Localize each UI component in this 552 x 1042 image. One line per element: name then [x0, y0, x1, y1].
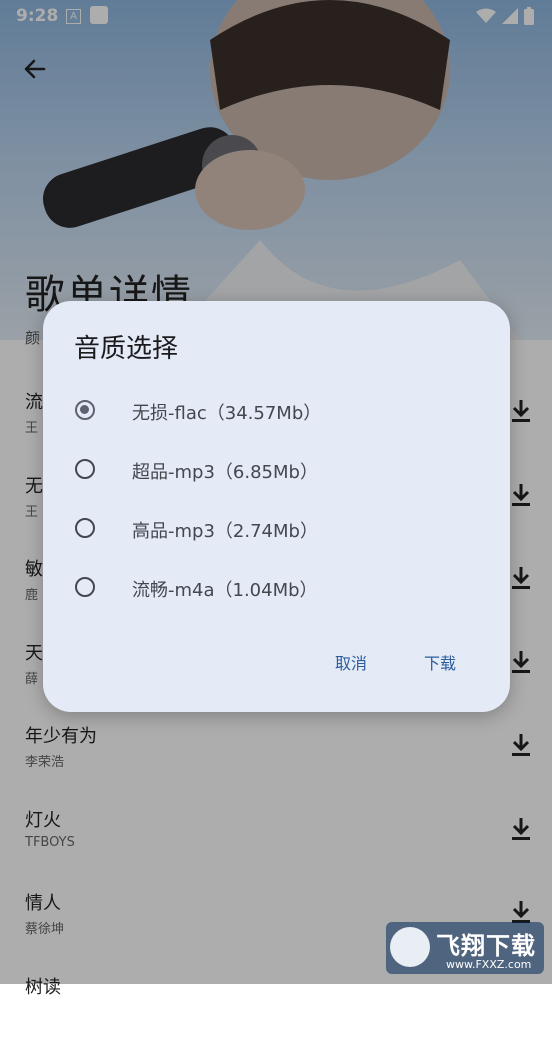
radio-unselected-icon[interactable]	[75, 459, 95, 479]
quality-option-label: 流畅-m4a（1.04Mb）	[132, 576, 318, 602]
quality-option-mp3-high[interactable]: 高品-mp3（2.74Mb）	[63, 505, 483, 555]
site-watermark: 飞翔下载 www.FXXZ.com	[386, 922, 544, 974]
quality-option-m4a[interactable]: 流畅-m4a（1.04Mb）	[63, 564, 483, 614]
quality-option-flac[interactable]: 无损-flac（34.57Mb）	[63, 387, 483, 437]
quality-option-label: 无损-flac（34.57Mb）	[132, 399, 321, 425]
dialog-title: 音质选择	[74, 328, 178, 365]
cancel-button[interactable]: 取消	[327, 644, 375, 680]
watermark-text: 飞翔下载	[436, 926, 536, 961]
quality-select-dialog: 音质选择 无损-flac（34.57Mb） 超品-mp3（6.85Mb） 高品-…	[43, 301, 510, 712]
watermark-url: www.FXXZ.com	[446, 958, 531, 971]
radio-unselected-icon[interactable]	[75, 518, 95, 538]
watermark-logo-icon	[390, 927, 430, 967]
radio-selected-icon[interactable]	[75, 400, 95, 420]
quality-option-mp3-super[interactable]: 超品-mp3（6.85Mb）	[63, 446, 483, 496]
quality-option-label: 超品-mp3（6.85Mb）	[132, 458, 318, 484]
download-button[interactable]: 下载	[416, 644, 464, 680]
quality-option-label: 高品-mp3（2.74Mb）	[132, 517, 318, 543]
radio-unselected-icon[interactable]	[75, 577, 95, 597]
